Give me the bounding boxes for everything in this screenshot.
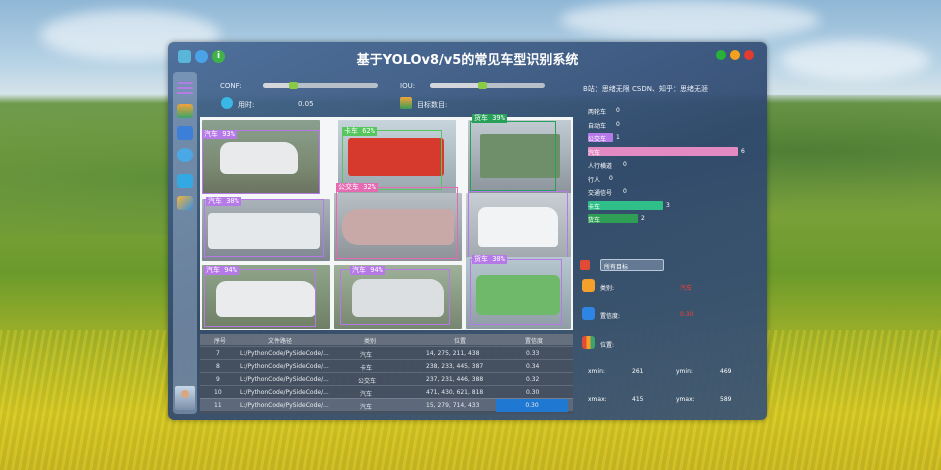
stat-name: 交通信号 (588, 190, 613, 197)
target-icon (580, 260, 590, 270)
detection-box (468, 191, 568, 259)
iou-slider[interactable] (430, 82, 545, 89)
titlebar: i 基于YOLOv8/v5的常见车型识别系统 (168, 42, 767, 72)
stat-bar (588, 146, 738, 156)
detection-label: 汽车 30% (206, 197, 241, 206)
xmax-value: 415 (632, 396, 644, 403)
confidence-value: 0.30 (680, 311, 694, 318)
header-path: 文件路径 (268, 338, 293, 345)
stat-value: 2 (641, 215, 645, 222)
class-label: 类别: (600, 285, 615, 292)
stat-value: 0 (616, 107, 620, 114)
selected-confidence-cell: 0.30 (496, 399, 568, 412)
window-title: 基于YOLOv8/v5的常见车型识别系统 (356, 53, 579, 68)
header-id: 序号 (214, 338, 227, 345)
stat-value: 1 (616, 134, 620, 141)
conf-slider-thumb[interactable] (289, 82, 298, 89)
detection-label: 货车 39% (472, 114, 507, 123)
detection-label: 汽车 94% (350, 266, 385, 275)
ymin-value: 469 (720, 368, 732, 375)
model-icon[interactable] (177, 196, 193, 210)
xmin-label: xmin: (588, 368, 605, 375)
results-table: 序号 文件路径 类别 位置 置信度 7 L:/PythonCode/PySide… (200, 334, 573, 414)
background-cloud (560, 0, 820, 40)
stat-name: 公交车 (588, 136, 607, 143)
camera-icon[interactable] (177, 148, 193, 162)
table-row[interactable]: 9 L:/PythonCode/PySideCode/... 公交车 237, … (200, 372, 573, 385)
target-select[interactable]: 所有目标 (600, 259, 664, 271)
confidence-label: 置信度: (600, 313, 621, 320)
stat-name: 两轮车 (588, 109, 607, 116)
folder-icon[interactable] (177, 126, 193, 140)
detection-label: 卡车 62% (342, 127, 377, 136)
stat-name: 货车 (588, 217, 601, 224)
table-row[interactable]: 7 L:/PythonCode/PySideCode/... 汽车 14, 27… (200, 346, 573, 359)
ymax-label: ymax: (676, 396, 695, 403)
detection-label: 公交车 32% (336, 183, 378, 192)
stat-value: 6 (741, 147, 745, 155)
conf-label: CONF: (220, 82, 242, 90)
detection-label: 汽车 93% (202, 130, 237, 139)
position-label: 位置: (600, 342, 615, 349)
target-count-icon (400, 97, 412, 109)
stat-value: 0 (616, 120, 620, 128)
iou-slider-thumb[interactable] (478, 82, 487, 89)
detection-box (204, 199, 324, 257)
detection-label: 货车 30% (472, 255, 507, 264)
close-button[interactable] (744, 50, 754, 60)
stat-value: 0 (623, 161, 627, 168)
header-class: 类别 (364, 338, 377, 345)
header-position: 位置 (454, 338, 467, 345)
stat-name: 汽车 (588, 149, 601, 157)
video-icon[interactable] (177, 174, 193, 188)
table-row[interactable]: 8 L:/PythonCode/PySideCode/... 卡车 238, 2… (200, 359, 573, 372)
detection-box (204, 269, 316, 327)
author-credit: B站：思绪无限 CSDN、知乎：思绪无涯 (583, 85, 708, 93)
app-window: i 基于YOLOv8/v5的常见车型识别系统 CONF: IOU: B站：思绪无… (168, 42, 767, 420)
position-icon (582, 336, 595, 349)
time-label: 用时: (238, 101, 255, 109)
tag-icon (582, 279, 595, 292)
image-display: 汽车 93% 卡车 62% 货车 39% 汽车 30% 公交车 32% 汽车 9… (200, 114, 573, 330)
detection-box (336, 187, 458, 259)
stat-name: 人行横道 (588, 163, 613, 170)
table-row[interactable]: 10 L:/PythonCode/PySideCode/... 汽车 471, … (200, 385, 573, 398)
stat-value: 0 (623, 188, 627, 195)
menu-icon[interactable] (177, 82, 193, 96)
time-value: 0.05 (298, 100, 314, 108)
xmax-label: xmax: (588, 396, 607, 403)
header-confidence: 置信度 (525, 338, 544, 345)
right-panel: 两轮车 0 自动车 0 公交车 1 汽车 6 人行横道 0 行人 0 交通信号 0 卡车 3 货车 2 所有目标 … (580, 102, 764, 414)
detection-label: 汽车 94% (204, 266, 239, 275)
detection-box (470, 259, 562, 325)
sidebar (173, 72, 197, 414)
confidence-icon (582, 307, 595, 320)
detection-box (202, 130, 320, 194)
detection-box (340, 269, 450, 325)
table-row-selected[interactable]: 11 L:/PythonCode/PySideCode/... 汽车 15, 2… (200, 398, 573, 412)
stat-name: 行人 (588, 176, 601, 184)
detection-box (470, 121, 556, 191)
stat-value: 3 (666, 201, 670, 209)
stat-name: 卡车 (588, 203, 601, 211)
avatar[interactable] (175, 386, 195, 410)
conf-slider[interactable] (263, 82, 378, 89)
image-icon[interactable] (177, 104, 193, 118)
minimize-button[interactable] (730, 50, 740, 60)
target-count-label: 目标数目: (417, 101, 448, 109)
stat-name: 自动车 (588, 122, 607, 130)
table-header: 序号 文件路径 类别 位置 置信度 (200, 334, 573, 345)
ymin-label: ymin: (676, 368, 693, 375)
stat-value: 0 (609, 174, 613, 182)
detection-box (342, 130, 442, 190)
maximize-button[interactable] (716, 50, 726, 60)
class-value: 汽车 (680, 285, 693, 292)
clock-icon (221, 97, 233, 109)
background-cloud (780, 40, 930, 80)
ymax-value: 589 (720, 396, 732, 403)
xmin-value: 261 (632, 368, 644, 375)
iou-label: IOU: (400, 82, 416, 90)
